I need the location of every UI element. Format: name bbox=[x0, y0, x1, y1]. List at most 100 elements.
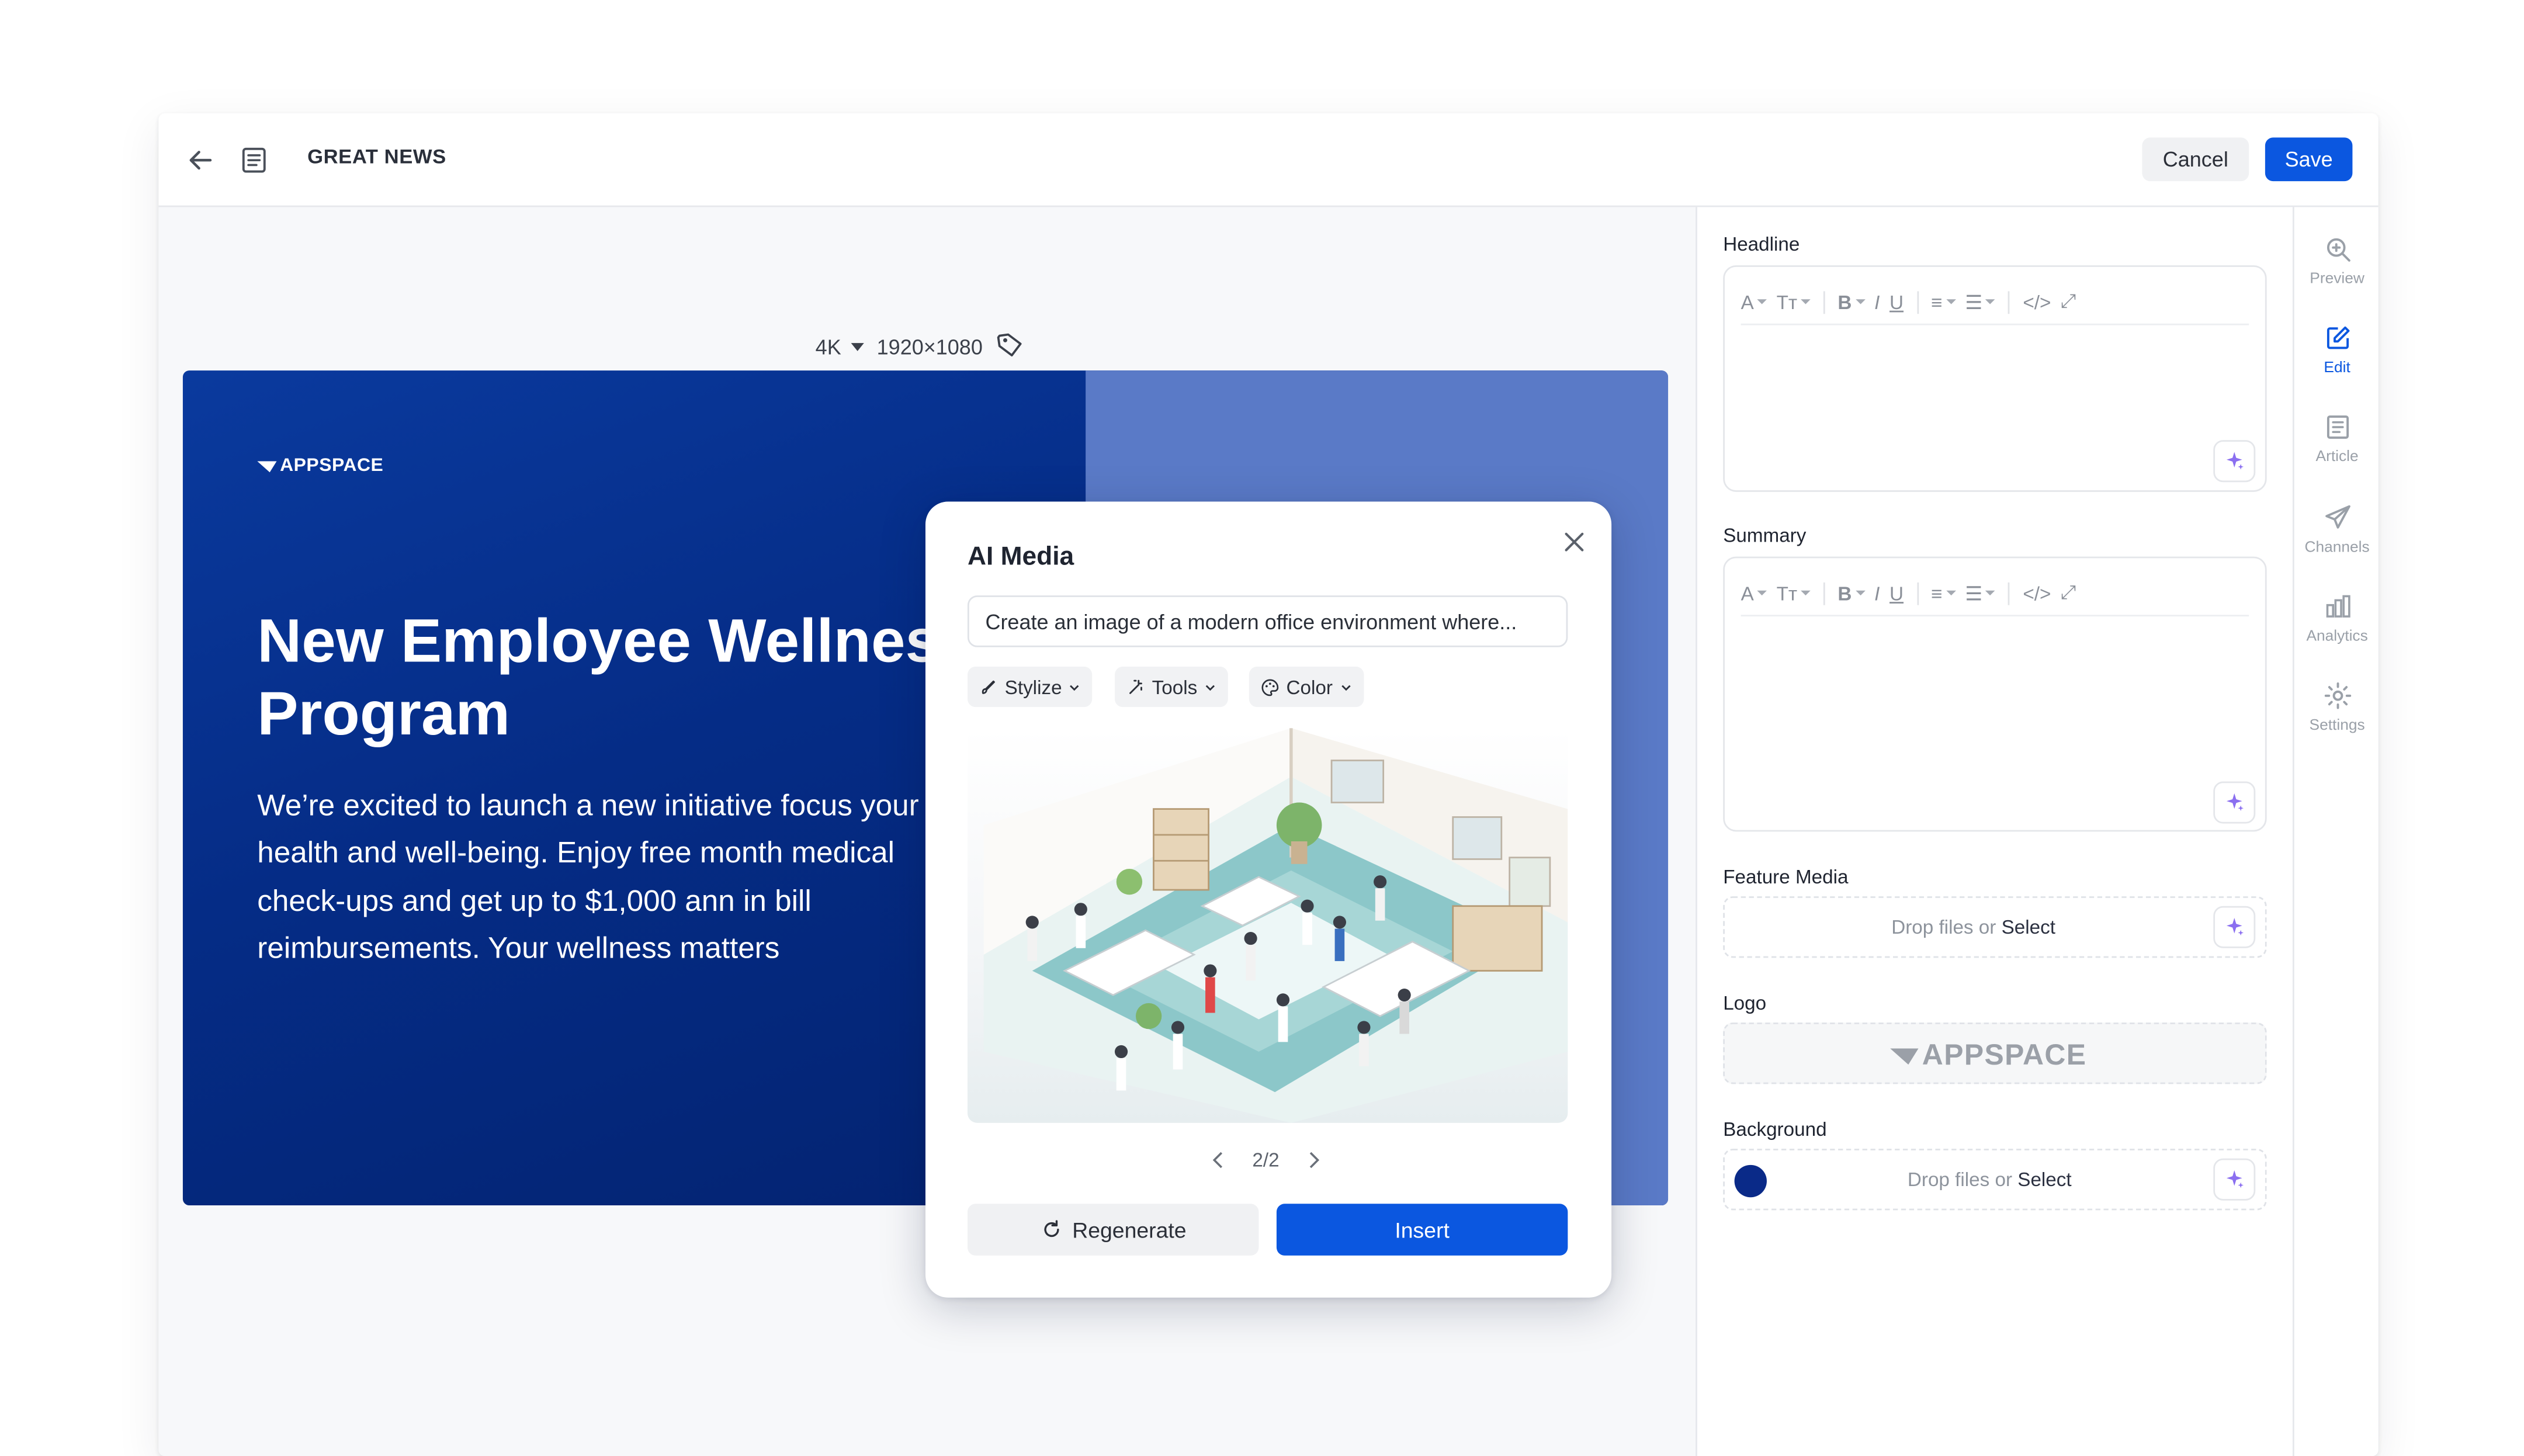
save-button[interactable]: Save bbox=[2265, 137, 2353, 182]
dialog-title: AI Media bbox=[967, 543, 1074, 571]
background-dropzone[interactable]: Drop files or Select bbox=[1723, 1149, 2267, 1211]
palette-icon bbox=[1261, 678, 1279, 695]
screen: GREAT NEWS Cancel Save 4K 1920×1080 APPS… bbox=[0, 0, 2524, 1456]
logo-preview: APPSPACE bbox=[1889, 1039, 2086, 1073]
code-icon[interactable]: </> bbox=[2023, 575, 2051, 611]
drop-text: Drop files or bbox=[1907, 1168, 2013, 1191]
appspace-mark-icon bbox=[257, 460, 277, 472]
slide-brand-text: APPSPACE bbox=[280, 456, 384, 476]
select-link[interactable]: Select bbox=[2002, 916, 2055, 938]
chevron-down-icon bbox=[1070, 684, 1080, 690]
bold-icon[interactable]: B bbox=[1837, 575, 1865, 611]
expand-icon[interactable]: ⤢ bbox=[2061, 575, 2076, 611]
color-dropdown[interactable]: Color bbox=[1249, 666, 1364, 708]
top-bar: GREAT NEWS Cancel Save bbox=[158, 113, 2379, 207]
article-icon bbox=[2326, 415, 2348, 439]
headline-toolbar: A Tт B I U ≡ ☰ </> ⤢ bbox=[1741, 280, 2249, 325]
magic-wand-icon bbox=[1129, 679, 1142, 694]
ai-sparkle-icon[interactable] bbox=[2213, 1158, 2256, 1201]
drop-hint: Drop files or Select bbox=[1908, 1168, 2072, 1191]
page-indicator: 2/2 bbox=[1252, 1149, 1280, 1171]
close-icon[interactable] bbox=[1560, 528, 1589, 557]
resolution-bar: 4K 1920×1080 bbox=[816, 330, 1025, 364]
chevron-down-icon bbox=[1205, 684, 1215, 690]
ai-media-dialog: AI Media Stylize Tools Color bbox=[925, 501, 1612, 1298]
chevron-left-icon[interactable] bbox=[1207, 1149, 1230, 1171]
text-style-icon[interactable]: Tт bbox=[1777, 575, 1811, 611]
line-spacing-icon[interactable]: ≡ bbox=[1931, 575, 1956, 611]
font-size-icon[interactable]: A bbox=[1741, 575, 1767, 611]
logo-field[interactable]: APPSPACE bbox=[1723, 1022, 2267, 1084]
expand-icon[interactable]: ⤢ bbox=[2061, 284, 2076, 320]
chevron-down-icon bbox=[1341, 684, 1350, 690]
background-label: Background bbox=[1723, 1118, 1827, 1141]
caret-down-icon bbox=[851, 343, 864, 351]
ai-sparkle-icon[interactable] bbox=[2213, 906, 2256, 948]
tag-icon[interactable] bbox=[996, 330, 1025, 364]
drop-hint: Drop files or Select bbox=[1891, 916, 2055, 938]
italic-icon[interactable]: I bbox=[1874, 284, 1880, 320]
canvas-area: 4K 1920×1080 APPSPACE New Employee Welln… bbox=[158, 207, 1696, 1456]
send-icon bbox=[2324, 505, 2350, 529]
ai-sparkle-icon[interactable] bbox=[2213, 440, 2256, 483]
edit-icon bbox=[2326, 326, 2349, 349]
rail-label: Analytics bbox=[2306, 628, 2368, 646]
back-arrow-icon[interactable] bbox=[185, 144, 217, 176]
ai-sparkle-icon[interactable] bbox=[2213, 781, 2256, 824]
properties-panel: Headline A Tт B I U ≡ ☰ </> ⤢ Summary A … bbox=[1696, 207, 2293, 1456]
rail-item-preview[interactable]: Preview bbox=[2294, 235, 2379, 288]
summary-label: Summary bbox=[1723, 524, 1807, 547]
drop-text: Drop files or bbox=[1891, 916, 1996, 939]
rail-item-settings[interactable]: Settings bbox=[2294, 681, 2379, 734]
image-pager: 2/2 bbox=[1207, 1149, 1325, 1171]
align-icon[interactable]: ☰ bbox=[1965, 284, 1996, 320]
line-spacing-icon[interactable]: ≡ bbox=[1931, 284, 1956, 320]
chevron-right-icon[interactable] bbox=[1302, 1149, 1325, 1171]
resolution-label: 4K bbox=[815, 335, 841, 359]
logo-text: APPSPACE bbox=[1922, 1038, 2087, 1072]
headline-label: Headline bbox=[1723, 233, 1800, 256]
rail-item-channels[interactable]: Channels bbox=[2294, 503, 2379, 557]
rail-label: Channels bbox=[2304, 539, 2370, 557]
generated-image[interactable] bbox=[967, 728, 1568, 1123]
tools-label: Tools bbox=[1152, 675, 1198, 698]
underline-icon[interactable]: U bbox=[1889, 575, 1904, 611]
logo-label: Logo bbox=[1723, 992, 1767, 1015]
slide-brand-logo: APPSPACE bbox=[257, 456, 383, 476]
cancel-button[interactable]: Cancel bbox=[2142, 137, 2249, 182]
regenerate-button[interactable]: Regenerate bbox=[967, 1204, 1259, 1256]
summary-editor[interactable]: A Tт B I U ≡ ☰ </> ⤢ bbox=[1723, 556, 2267, 832]
appspace-mark-icon bbox=[1890, 1048, 1919, 1064]
align-icon[interactable]: ☰ bbox=[1965, 575, 1996, 611]
font-size-icon[interactable]: A bbox=[1741, 284, 1767, 320]
code-icon[interactable]: </> bbox=[2023, 284, 2051, 320]
rail-label: Edit bbox=[2324, 359, 2350, 377]
rail-label: Article bbox=[2315, 448, 2359, 466]
feature-media-dropzone[interactable]: Drop files or Select bbox=[1723, 896, 2267, 958]
headline-editor[interactable]: A Tт B I U ≡ ☰ </> ⤢ bbox=[1723, 265, 2267, 492]
select-link[interactable]: Select bbox=[2017, 1168, 2071, 1191]
bold-icon[interactable]: B bbox=[1837, 284, 1865, 320]
gear-icon bbox=[2324, 682, 2350, 709]
refresh-icon bbox=[1043, 1220, 1059, 1237]
feature-media-label: Feature Media bbox=[1723, 865, 1849, 889]
stylize-label: Stylize bbox=[1004, 675, 1062, 698]
right-rail: Preview Edit Article Channels Analytics … bbox=[2292, 207, 2379, 1456]
text-style-icon[interactable]: Tт bbox=[1777, 284, 1811, 320]
rail-item-article[interactable]: Article bbox=[2294, 412, 2379, 466]
rail-item-edit[interactable]: Edit bbox=[2294, 324, 2379, 377]
resolution-select[interactable]: 4K bbox=[816, 335, 864, 359]
stylize-dropdown[interactable]: Stylize bbox=[967, 666, 1093, 708]
rail-item-analytics[interactable]: Analytics bbox=[2294, 592, 2379, 646]
office-illustration bbox=[983, 728, 1568, 1123]
italic-icon[interactable]: I bbox=[1874, 575, 1880, 611]
zoom-icon bbox=[2326, 238, 2350, 262]
insert-button[interactable]: Insert bbox=[1276, 1204, 1568, 1256]
underline-icon[interactable]: U bbox=[1889, 284, 1904, 320]
bar-chart-icon bbox=[2325, 595, 2350, 618]
prompt-input[interactable] bbox=[967, 595, 1568, 647]
tools-dropdown[interactable]: Tools bbox=[1114, 666, 1228, 708]
background-color-swatch[interactable] bbox=[1734, 1164, 1767, 1198]
page-title: GREAT NEWS bbox=[307, 145, 446, 168]
editor-window: GREAT NEWS Cancel Save 4K 1920×1080 APPS… bbox=[158, 113, 2379, 1456]
